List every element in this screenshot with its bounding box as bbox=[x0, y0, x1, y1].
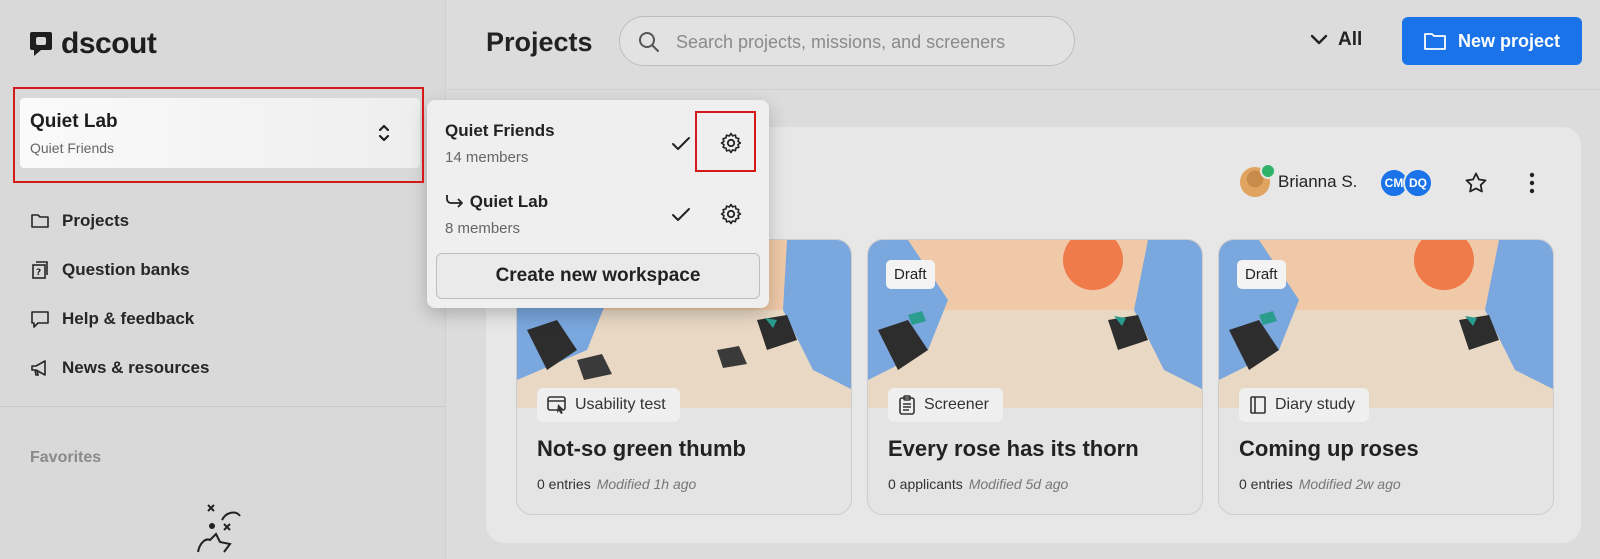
sidebar-divider bbox=[0, 406, 446, 407]
gear-icon[interactable] bbox=[719, 202, 743, 226]
entries-count: 0 entries bbox=[1239, 476, 1293, 492]
new-project-label: New project bbox=[1457, 30, 1561, 51]
star-icon[interactable] bbox=[1464, 171, 1488, 195]
project-card[interactable]: Draft Diary study Coming up roses 0 entr… bbox=[1218, 239, 1554, 515]
entries-count: 0 entries bbox=[537, 476, 591, 492]
modified-time: Modified 1h ago bbox=[596, 476, 697, 492]
filter-dropdown[interactable]: All bbox=[1310, 29, 1362, 51]
empty-favorites-illustration bbox=[197, 504, 241, 553]
project-meta: 0 entries Modified 2w ago bbox=[1239, 476, 1401, 492]
book-icon bbox=[1250, 396, 1266, 414]
workspace-member-count: 14 members bbox=[445, 149, 529, 166]
sidebar-item-label: News & resources bbox=[62, 357, 210, 377]
study-type-tag: Screener bbox=[888, 388, 1003, 422]
project-title: Coming up roses bbox=[1239, 436, 1419, 461]
highlight-settings-gear bbox=[695, 111, 756, 172]
question-bank-icon: ? bbox=[32, 260, 48, 279]
study-type-label: Screener bbox=[924, 396, 989, 413]
favorites-heading: Favorites bbox=[30, 449, 102, 466]
sidebar-item-label: Help & feedback bbox=[62, 308, 195, 328]
avatar bbox=[1240, 163, 1276, 197]
study-type-label: Diary study bbox=[1275, 396, 1356, 413]
member-avatars[interactable]: CM DQ bbox=[1379, 168, 1433, 198]
brand-name: dscout bbox=[61, 27, 157, 60]
checkmark-icon bbox=[672, 137, 690, 150]
status-badge: Draft bbox=[1237, 260, 1286, 289]
project-owner: Brianna S. bbox=[1240, 163, 1358, 197]
chat-bubble-icon bbox=[31, 310, 49, 328]
browser-cursor-icon bbox=[547, 396, 566, 414]
chevron-down-icon bbox=[1310, 34, 1328, 45]
page-title: Projects bbox=[486, 27, 593, 57]
highlight-workspace-switcher bbox=[13, 87, 424, 183]
avatar: DQ bbox=[1403, 168, 1433, 198]
study-type-tag: Usability test bbox=[537, 388, 680, 422]
sidebar-item-question-banks[interactable]: ? Question banks bbox=[30, 245, 209, 294]
folder-icon bbox=[1424, 33, 1446, 50]
brand-logo[interactable]: dscout bbox=[29, 27, 157, 61]
sidebar-item-label: Question banks bbox=[62, 259, 190, 279]
study-type-label: Usability test bbox=[575, 396, 666, 413]
megaphone-icon bbox=[31, 359, 46, 376]
sidebar-nav: Projects ? Question banks Help & feedbac… bbox=[30, 196, 209, 392]
search-icon bbox=[639, 32, 659, 52]
sidebar-item-label: Projects bbox=[62, 210, 130, 230]
verified-badge-icon bbox=[1260, 163, 1276, 179]
sub-workspace-arrow-icon bbox=[446, 195, 463, 208]
clipboard-icon bbox=[899, 395, 915, 415]
workspace-option-label: Quiet Lab bbox=[469, 192, 549, 211]
workspace-option-quiet-lab[interactable]: Quiet Lab 8 members bbox=[445, 192, 745, 242]
project-meta: 0 applicants Modified 5d ago bbox=[888, 476, 1068, 492]
sidebar: dscout Quiet Lab Quiet Friends Projects … bbox=[0, 0, 446, 559]
more-options-icon[interactable] bbox=[1520, 171, 1544, 195]
modified-time: Modified 5d ago bbox=[968, 476, 1069, 492]
sidebar-item-news-resources[interactable]: News & resources bbox=[30, 343, 209, 392]
folder-icon bbox=[31, 213, 49, 228]
filter-label: All bbox=[1338, 29, 1363, 50]
create-workspace-button[interactable]: Create new workspace bbox=[436, 253, 760, 299]
header-divider bbox=[447, 89, 1600, 90]
project-title: Not-so green thumb bbox=[537, 436, 746, 461]
search-input[interactable] bbox=[676, 29, 1056, 55]
svg-text:?: ? bbox=[36, 268, 41, 278]
project-title: Every rose has its thorn bbox=[888, 436, 1139, 461]
status-badge: Draft bbox=[886, 260, 935, 289]
new-project-button[interactable]: New project bbox=[1402, 17, 1582, 65]
checkmark-icon bbox=[672, 208, 690, 221]
dscout-logo-icon bbox=[30, 32, 52, 56]
search-bar[interactable] bbox=[619, 16, 1075, 66]
workspace-option-name: Quiet Friends bbox=[445, 121, 555, 140]
sidebar-item-help-feedback[interactable]: Help & feedback bbox=[30, 294, 209, 343]
modified-time: Modified 2w ago bbox=[1298, 476, 1401, 492]
owner-name: Brianna S. bbox=[1278, 172, 1358, 191]
applicants-count: 0 applicants bbox=[888, 476, 963, 492]
study-type-tag: Diary study bbox=[1239, 388, 1370, 422]
workspace-member-count: 8 members bbox=[445, 220, 521, 237]
project-card[interactable]: Draft Screener Every rose has its thorn … bbox=[867, 239, 1203, 515]
sidebar-item-projects[interactable]: Projects bbox=[30, 196, 209, 245]
project-meta: 0 entries Modified 1h ago bbox=[537, 476, 696, 492]
workspace-option-name: Quiet Lab bbox=[445, 192, 548, 212]
